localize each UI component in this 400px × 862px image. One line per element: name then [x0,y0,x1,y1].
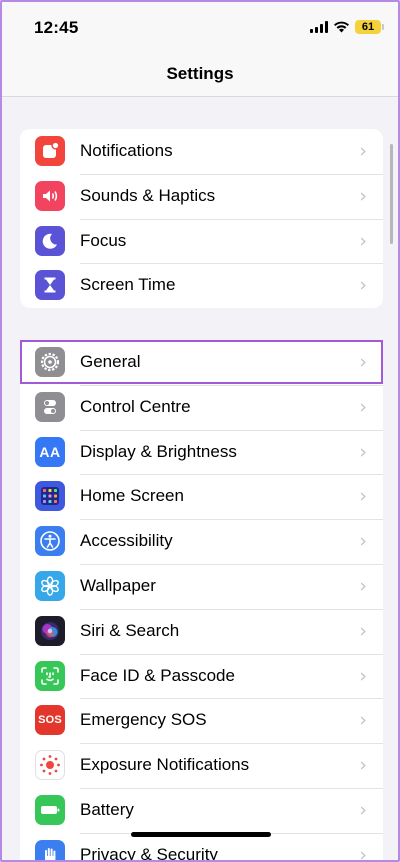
chevron-right-icon: › [359,754,367,777]
home-indicator[interactable] [131,832,271,837]
siri-icon [35,615,65,646]
settings-row-siri-search[interactable]: Siri & Search › [20,608,383,654]
chevron-right-icon: › [359,395,367,418]
accessibility-icon [35,526,65,557]
settings-row-label: Wallpaper [80,575,156,595]
cellular-signal-icon [310,21,328,33]
chevron-right-icon: › [359,140,367,162]
settings-row-display-brightness[interactable]: AA Display & Brightness › [20,429,383,475]
hourglass-icon [35,270,65,301]
chevron-right-icon: › [359,709,367,732]
text-size-icon: AA [35,436,65,467]
settings-row-exposure-notifications[interactable]: Exposure Notifications › [20,743,383,788]
settings-row-label: Sounds & Haptics [80,185,216,205]
settings-row-label: Focus [80,230,127,250]
sos-glyph: SOS [38,714,62,727]
toggles-icon [35,391,65,422]
wifi-icon [334,21,349,33]
chevron-right-icon: › [359,843,367,860]
settings-row-notifications[interactable]: Notifications › [20,129,383,174]
settings-row-wallpaper[interactable]: Wallpaper › [20,563,383,609]
chevron-right-icon: › [359,619,367,642]
settings-row-screen-time[interactable]: Screen Time › [20,263,383,308]
settings-row-general[interactable]: General › [20,340,383,385]
settings-row-control-centre[interactable]: Control Centre › [20,384,383,430]
chevron-right-icon: › [359,485,367,508]
face-id-icon [35,660,65,691]
settings-row-label: Face ID & Passcode [80,665,235,685]
app-grid-icon [35,481,65,512]
settings-row-home-screen[interactable]: Home Screen › [20,474,383,519]
settings-row-label: Screen Time [80,275,176,295]
settings-row-label: General [80,352,141,371]
settings-row-emergency-sos[interactable]: SOS Emergency SOS › [20,698,383,743]
battery-icon [35,794,65,825]
settings-screen: 12:45 61 Settings Notifications › Sounds… [0,0,400,862]
gear-icon [35,347,65,377]
settings-row-label: Battery [80,799,134,819]
scroll-indicator[interactable] [390,144,393,244]
status-bar: 12:45 61 [2,2,398,54]
settings-row-label: Control Centre [80,396,191,416]
battery-level-text: 61 [361,21,375,33]
settings-row-label: Home Screen [80,486,184,506]
settings-group-1: Notifications › Sounds & Haptics › Focus… [20,129,383,309]
chevron-right-icon: › [359,530,367,553]
page-title: Settings [166,64,234,83]
settings-row-accessibility[interactable]: Accessibility › [20,519,383,564]
chevron-right-icon: › [359,184,367,207]
settings-row-face-id-passcode[interactable]: Face ID & Passcode › [20,653,383,699]
sounds-icon [35,180,65,211]
chevron-right-icon: › [359,798,367,821]
chevron-right-icon: › [359,274,367,297]
settings-row-focus[interactable]: Focus › [20,218,383,264]
navigation-bar: Settings [2,54,398,97]
settings-row-label: Notifications [80,141,173,160]
hand-icon [35,839,65,860]
text-size-glyph: AA [39,443,61,460]
settings-row-label: Siri & Search [80,620,180,640]
settings-group-2: General › Control Centre › AA Display & … [20,340,383,860]
exposure-icon [35,750,65,781]
chevron-right-icon: › [359,574,367,597]
status-time: 12:45 [34,18,79,37]
moon-icon [35,225,65,256]
notifications-icon [35,136,65,166]
battery-level-icon: 61 [355,20,384,34]
flower-icon [35,570,65,601]
settings-row-battery[interactable]: Battery › [20,787,383,833]
settings-row-label: Exposure Notifications [80,755,250,775]
sos-icon: SOS [35,705,65,736]
settings-row-label: Emergency SOS [80,710,207,730]
chevron-right-icon: › [359,440,367,463]
settings-row-label: Display & Brightness [80,441,237,461]
settings-row-sounds-haptics[interactable]: Sounds & Haptics › [20,173,383,219]
settings-row-label: Accessibility [80,531,173,551]
chevron-right-icon: › [359,351,367,373]
chevron-right-icon: › [359,229,367,252]
chevron-right-icon: › [359,664,367,687]
